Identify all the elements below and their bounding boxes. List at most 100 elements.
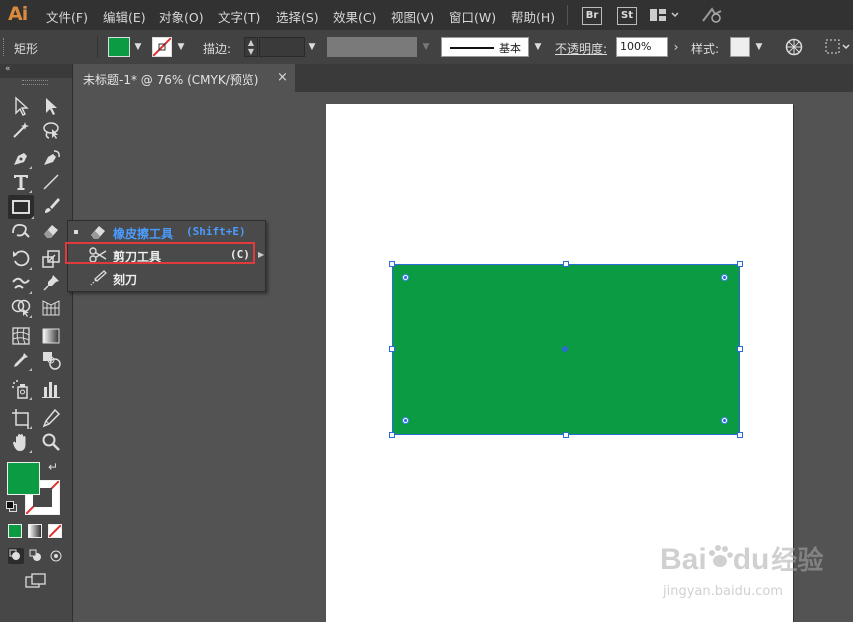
resize-handle-top-left[interactable]: [389, 261, 395, 267]
bridge-button[interactable]: Br: [582, 7, 602, 25]
menu-window[interactable]: 窗口(W): [449, 7, 496, 26]
menu-object[interactable]: 对象(O): [159, 7, 204, 26]
draw-inside-icon[interactable]: [48, 548, 64, 564]
stroke-swatch[interactable]: [152, 37, 172, 57]
resize-handle-middle-right[interactable]: [737, 346, 743, 352]
swap-fill-stroke-icon[interactable]: ↵: [48, 460, 58, 474]
curvature-tool-icon[interactable]: [40, 147, 62, 169]
puppet-warp-tool-icon[interactable]: [40, 272, 62, 294]
collapse-panel-icon[interactable]: «: [5, 64, 11, 74]
opacity-arrow-icon[interactable]: ›: [669, 38, 683, 56]
brush-dropdown-icon[interactable]: ▼: [531, 38, 545, 56]
opacity-input[interactable]: 100%: [616, 37, 668, 57]
artboard-tool-icon[interactable]: [10, 407, 32, 429]
document-tab[interactable]: 未标题-1* @ 76% (CMYK/预览) ×: [73, 64, 295, 92]
hand-tool-icon[interactable]: [10, 431, 32, 453]
paintbrush-tool-icon[interactable]: [40, 195, 62, 217]
pen-tool-icon[interactable]: [10, 147, 32, 169]
slice-tool-icon[interactable]: [40, 407, 62, 429]
resize-handle-top-center[interactable]: [563, 261, 569, 267]
flyout-item-label: 刻刀: [113, 273, 138, 287]
menu-file[interactable]: 文件(F): [46, 7, 88, 26]
lasso-tool-icon[interactable]: [40, 119, 62, 141]
stock-button[interactable]: St: [617, 7, 637, 25]
line-segment-tool-icon[interactable]: [40, 171, 62, 193]
stroke-weight-input[interactable]: [259, 37, 305, 57]
corner-radius-widget[interactable]: [402, 274, 409, 281]
draw-behind-icon[interactable]: [28, 548, 44, 564]
stroke-weight-stepper[interactable]: ▲ ▼: [244, 37, 258, 57]
close-tab-icon[interactable]: ×: [277, 70, 288, 85]
screen-mode-icon[interactable]: [25, 572, 47, 590]
shaper-tool-icon[interactable]: [10, 219, 32, 241]
menu-type[interactable]: 文字(T): [218, 7, 260, 26]
menu-select[interactable]: 选择(S): [276, 7, 319, 26]
warp-tool-icon[interactable]: [10, 272, 32, 294]
flyout-item-label: 橡皮擦工具: [113, 227, 174, 241]
resize-handle-middle-left[interactable]: [389, 346, 395, 352]
menu-edit[interactable]: 编辑(E): [103, 7, 146, 26]
corner-radius-widget[interactable]: [721, 274, 728, 281]
column-graph-tool-icon[interactable]: [40, 378, 62, 400]
profile-dropdown-icon[interactable]: ▼: [419, 38, 433, 56]
selection-tool-icon[interactable]: [10, 95, 32, 117]
fill-swatch[interactable]: [108, 37, 130, 57]
flyout-item-eraser[interactable]: 橡皮擦工具 (Shift+E): [68, 221, 265, 244]
panel-grip: [3, 38, 7, 56]
fill-color-box[interactable]: [7, 462, 40, 495]
style-label: 样式:: [691, 42, 720, 56]
stroke-label: 描边:: [203, 42, 232, 56]
type-tool-icon[interactable]: [10, 171, 32, 193]
tool-group-indicator: [29, 450, 32, 453]
zoom-tool-icon[interactable]: [40, 431, 62, 453]
brush-definition[interactable]: 基本: [441, 37, 529, 57]
gradient-mode-button[interactable]: [28, 524, 42, 538]
draw-normal-icon[interactable]: [8, 548, 24, 564]
stroke-dropdown-icon[interactable]: ▼: [174, 38, 188, 56]
align-selection-icon[interactable]: [825, 38, 851, 59]
magic-wand-tool-icon[interactable]: [10, 119, 32, 141]
rectangle-tool-icon[interactable]: [8, 195, 34, 219]
variable-width-profile[interactable]: [327, 37, 417, 57]
opacity-label[interactable]: 不透明度:: [555, 40, 607, 57]
color-mode-button[interactable]: [8, 524, 22, 538]
eyedropper-tool-icon[interactable]: [10, 349, 32, 371]
corner-radius-widget[interactable]: [402, 417, 409, 424]
resize-handle-bottom-center[interactable]: [563, 432, 569, 438]
fill-dropdown-icon[interactable]: ▼: [131, 38, 145, 56]
resize-handle-bottom-right[interactable]: [737, 432, 743, 438]
tool-group-indicator: [29, 190, 32, 193]
menu-view[interactable]: 视图(V): [391, 7, 434, 26]
graphic-style-swatch[interactable]: [730, 37, 750, 57]
mesh-tool-icon[interactable]: [10, 325, 32, 347]
style-dropdown-icon[interactable]: ▼: [752, 38, 766, 56]
blend-tool-icon[interactable]: [40, 349, 62, 371]
default-fill-stroke-icon[interactable]: [6, 501, 17, 512]
menu-effect[interactable]: 效果(C): [333, 7, 376, 26]
eraser-tool-icon[interactable]: [40, 219, 62, 241]
gradient-tool-icon[interactable]: [40, 325, 62, 347]
tool-group-indicator: [29, 426, 32, 429]
resize-handle-top-right[interactable]: [737, 261, 743, 267]
recolor-artwork-icon[interactable]: [785, 38, 803, 59]
stroke-weight-dropdown-icon[interactable]: ▼: [305, 38, 319, 56]
app-logo[interactable]: Ai: [8, 3, 28, 25]
workspace-layout-icon[interactable]: [650, 8, 680, 25]
tool-group-indicator: [29, 397, 32, 400]
symbol-sprayer-tool-icon[interactable]: [10, 378, 32, 400]
menu-help[interactable]: 帮助(H): [511, 7, 555, 26]
tear-off-arrow-icon[interactable]: ▶: [258, 250, 264, 259]
corner-radius-widget[interactable]: [721, 417, 728, 424]
flyout-item-knife[interactable]: 刻刀: [68, 267, 265, 290]
watermark-brand: Bai: [660, 543, 707, 576]
direct-selection-tool-icon[interactable]: [40, 95, 62, 117]
shape-builder-tool-icon[interactable]: [10, 296, 32, 318]
watermark-brand-suffix: du: [732, 543, 770, 576]
none-mode-button[interactable]: [48, 524, 62, 538]
document-tab-bar: 未标题-1* @ 76% (CMYK/预览) ×: [73, 64, 853, 92]
resize-handle-bottom-left[interactable]: [389, 432, 395, 438]
gpu-performance-icon[interactable]: [700, 6, 724, 27]
rotate-tool-icon[interactable]: [10, 248, 32, 270]
perspective-grid-tool-icon[interactable]: [40, 296, 62, 318]
scale-tool-icon[interactable]: [40, 248, 62, 270]
